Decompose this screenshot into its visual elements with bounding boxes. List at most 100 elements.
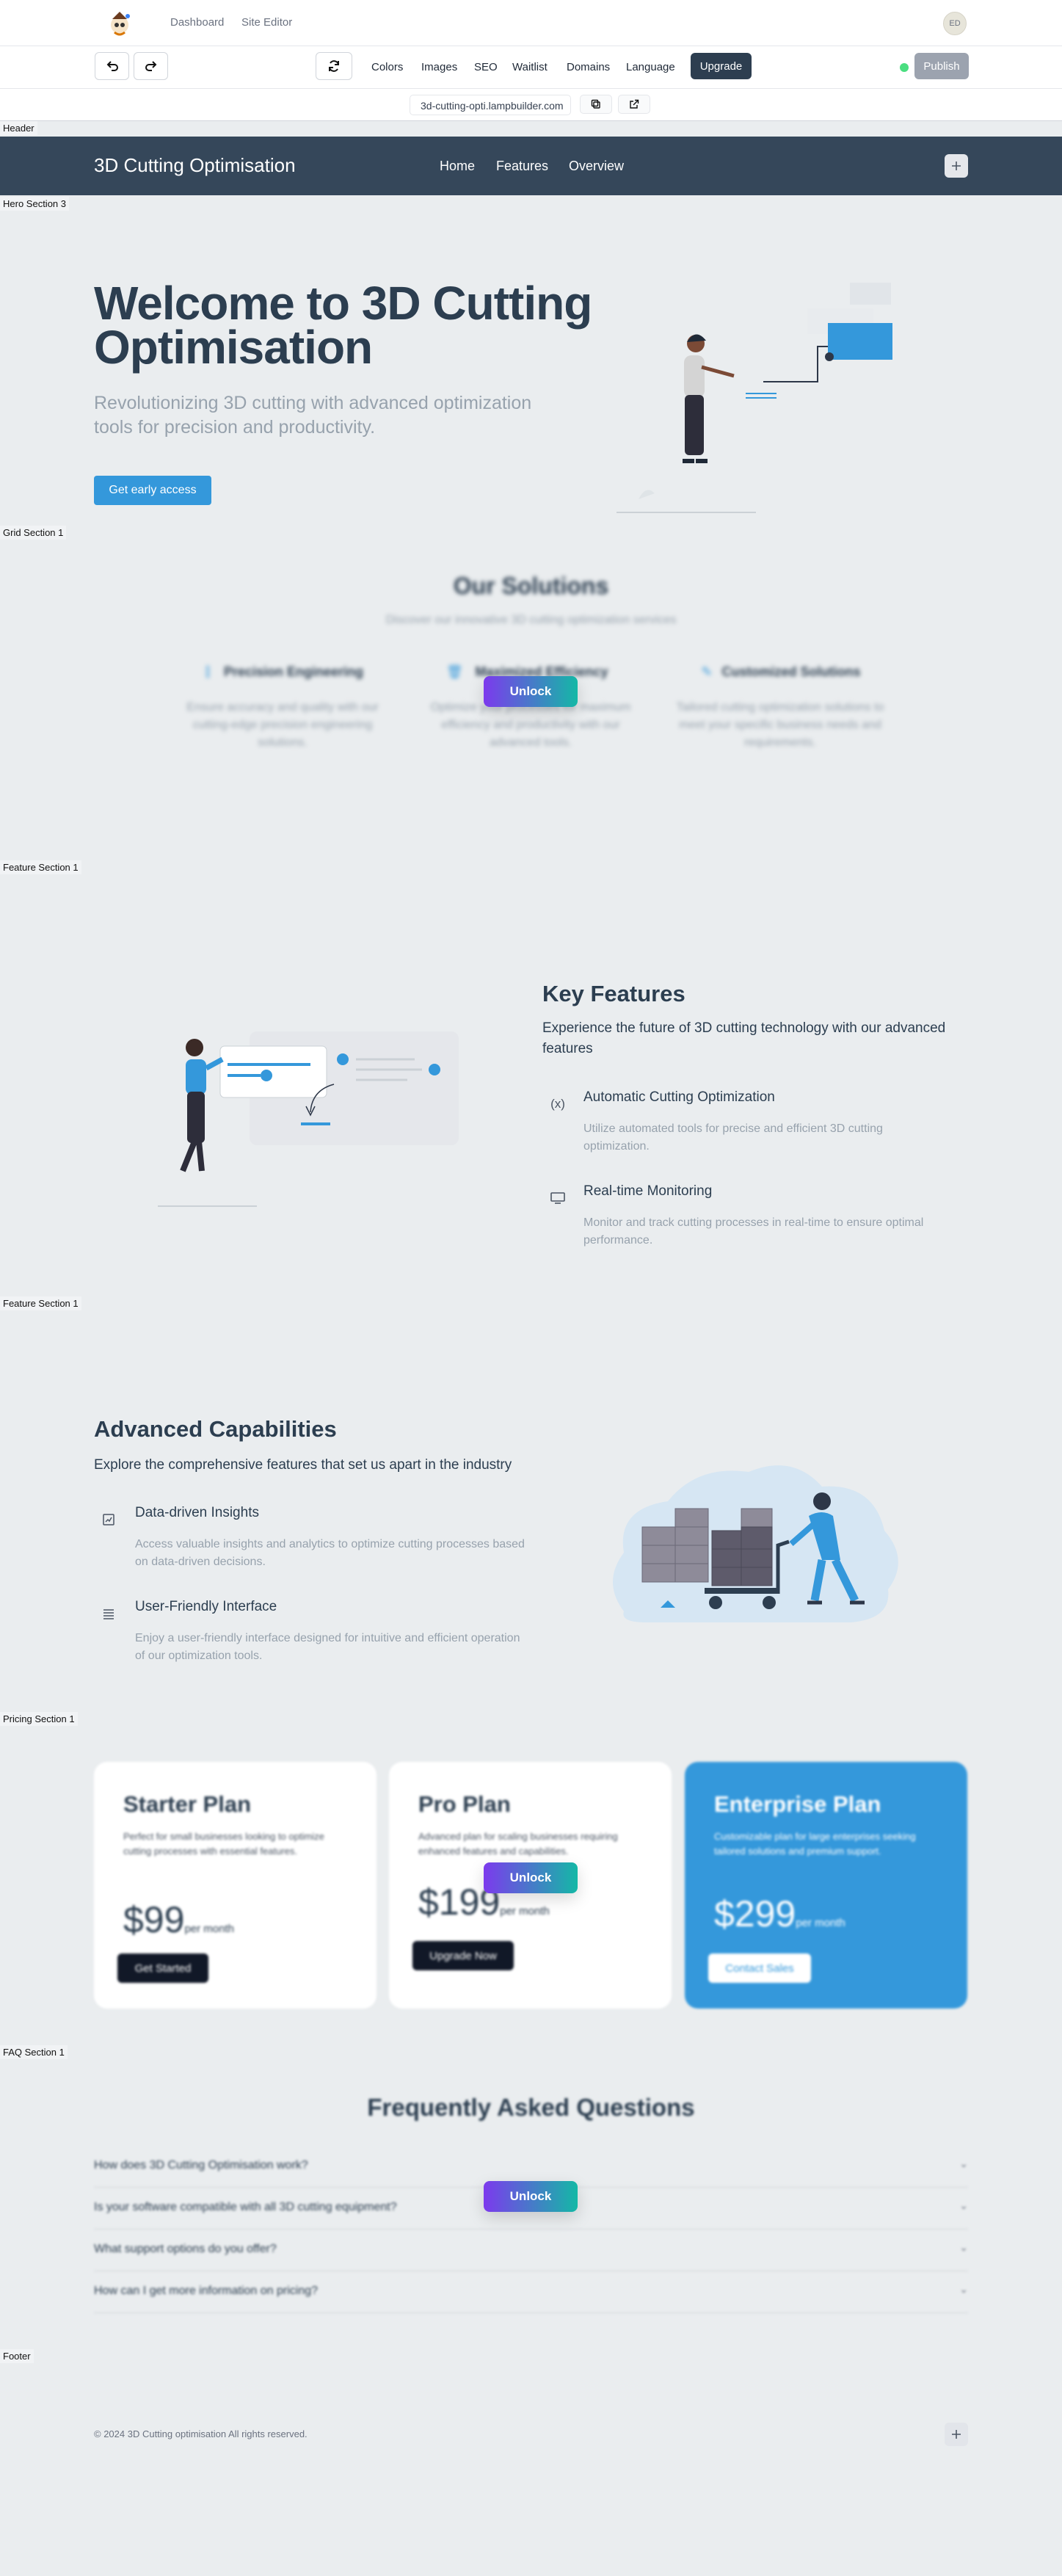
editor-toolbar: Colors Images SEO Waitlist Domains Langu… <box>0 46 1062 89</box>
faq-question: Is your software compatible with all 3D … <box>94 2201 397 2213</box>
hero-subtitle: Revolutionizing 3D cutting with advanced… <box>94 393 532 438</box>
plus-icon <box>952 2430 961 2439</box>
list-icon <box>99 1604 118 1623</box>
features-2-subtitle: Explore the comprehensive features that … <box>94 1457 512 1473</box>
toolbar-waitlist[interactable]: Waitlist <box>512 61 548 73</box>
ruler-icon: ⫿ <box>206 664 210 679</box>
feature-monitoring-text: Monitor and track cutting processes in r… <box>583 1216 924 1247</box>
redo-icon <box>145 61 156 71</box>
chart-icon <box>99 1510 118 1529</box>
publish-button[interactable]: Publish <box>914 53 969 79</box>
grid-card-title: Customized Solutions <box>721 664 861 679</box>
features-illustration <box>158 1031 459 1207</box>
faq-question: How can I get more information on pricin… <box>94 2285 319 2297</box>
refresh-button[interactable] <box>316 52 352 80</box>
contact-sales-button[interactable]: Contact Sales <box>708 1953 811 1983</box>
chevron-down-icon: ⌄ <box>959 2241 968 2253</box>
feature-auto-cutting-text: Utilize automated tools for precise and … <box>583 1122 883 1153</box>
app-logo[interactable] <box>105 9 134 38</box>
section-tag-hero[interactable]: Hero Section 3 <box>0 197 69 211</box>
site-nav-home[interactable]: Home <box>440 159 475 174</box>
section-tag-grid[interactable]: Grid Section 1 <box>0 526 67 540</box>
section-tag-pricing[interactable]: Pricing Section 1 <box>0 1712 78 1726</box>
plan-name: Starter Plan <box>123 1791 252 1817</box>
grid-title: Our Solutions <box>453 573 609 599</box>
chevron-down-icon: ⌄ <box>959 2199 968 2211</box>
faq-title: Frequently Asked Questions <box>367 2094 695 2121</box>
trash-icon: 🗑 <box>446 664 463 679</box>
chevron-down-icon: ⌄ <box>959 2158 968 2169</box>
upgrade-now-button[interactable]: Upgrade Now <box>412 1941 514 1970</box>
faq-question: What support options do you offer? <box>94 2243 277 2255</box>
section-tag-feature-1[interactable]: Feature Section 1 <box>0 860 81 874</box>
undo-button[interactable] <box>95 52 129 80</box>
site-title[interactable]: 3D Cutting Optimisation <box>94 154 296 177</box>
feature-insights-title: Data-driven Insights <box>135 1505 259 1520</box>
grid-subtitle: Discover our innovative 3D cutting optim… <box>385 614 677 626</box>
get-early-access-button[interactable]: Get early access <box>94 476 211 505</box>
footer-copyright: © 2024 3D Cutting optimisation All right… <box>94 2428 308 2439</box>
section-tag-header[interactable]: Header <box>0 121 37 135</box>
faq-item[interactable]: What support options do you offer? ⌄ <box>94 2229 968 2271</box>
add-section-button[interactable] <box>945 154 968 178</box>
toolbar-images[interactable]: Images <box>421 61 457 73</box>
toolbar-seo[interactable]: SEO <box>474 61 498 73</box>
avatar[interactable]: ED <box>943 12 967 35</box>
plan-name: Pro Plan <box>418 1791 511 1817</box>
capabilities-illustration <box>613 1465 898 1622</box>
site-nav-overview[interactable]: Overview <box>569 159 624 174</box>
section-tag-footer[interactable]: Footer <box>0 2349 34 2363</box>
grid-card-custom: ✎ Customized Solutions Tailored cutting … <box>666 664 894 752</box>
plan-description: Customizable plan for large enterprises … <box>714 1831 916 1857</box>
chevron-down-icon: ⌄ <box>959 2283 968 2295</box>
copy-icon <box>591 99 600 109</box>
variable-icon: (x) <box>550 1097 565 1111</box>
grid-card-precision: ⫿ Precision Engineering Ensure accuracy … <box>169 664 396 752</box>
faq-question: How does 3D Cutting Optimisation work? <box>94 2159 308 2172</box>
plan-price: $299per month <box>714 1893 845 1934</box>
grid-card-text: Ensure accuracy and quality with our cut… <box>186 701 379 749</box>
site-header: 3D Cutting Optimisation Home Features Ov… <box>0 137 1062 195</box>
section-tag-feature-2[interactable]: Feature Section 1 <box>0 1296 81 1310</box>
unlock-button-pricing[interactable]: Unlock <box>484 1862 578 1893</box>
editor-top-nav: Dashboard Site Editor ED <box>0 0 1062 46</box>
faq-item[interactable]: How can I get more information on pricin… <box>94 2271 968 2313</box>
undo-icon <box>106 61 118 71</box>
plus-icon <box>952 162 961 170</box>
nav-site-editor[interactable]: Site Editor <box>241 16 292 29</box>
grid-card-title: Precision Engineering <box>223 664 364 679</box>
external-link-icon <box>630 99 639 109</box>
toolbar-language[interactable]: Language <box>626 61 675 73</box>
section-tag-faq[interactable]: FAQ Section 1 <box>0 2045 68 2059</box>
unlock-button-faq[interactable]: Unlock <box>484 2181 578 2212</box>
feature-auto-cutting-title: Automatic Cutting Optimization <box>583 1089 775 1105</box>
toolbar-domains[interactable]: Domains <box>567 61 610 73</box>
redo-button[interactable] <box>134 52 168 80</box>
feature-interface-text: Enjoy a user-friendly interface designed… <box>135 1632 520 1662</box>
hero-title: Welcome to 3D Cutting Optimisation <box>94 277 592 374</box>
monitor-icon <box>548 1189 567 1208</box>
pricing-card-enterprise: Enterprise Plan Customizable plan for la… <box>685 1762 967 2009</box>
add-section-button[interactable] <box>945 2423 968 2446</box>
grid-card-text: Tailored cutting optimization solutions … <box>676 701 884 749</box>
site-nav-features[interactable]: Features <box>496 159 548 174</box>
status-indicator <box>900 63 909 72</box>
pricing-card-starter: Starter Plan Perfect for small businesse… <box>94 1762 377 2009</box>
feature-interface-title: User-Friendly Interface <box>135 1599 277 1614</box>
get-started-button[interactable]: Get Started <box>117 1953 208 1983</box>
site-url-field[interactable]: 3d-cutting-opti.lampbuilder.com <box>410 95 571 115</box>
toolbar-colors[interactable]: Colors <box>371 61 403 73</box>
copy-url-button[interactable] <box>580 95 612 114</box>
upgrade-button[interactable]: Upgrade <box>691 53 752 79</box>
plan-description: Advanced plan for scaling businesses req… <box>418 1831 618 1857</box>
feature-monitoring-title: Real-time Monitoring <box>583 1183 713 1199</box>
plan-name: Enterprise Plan <box>714 1791 881 1817</box>
unlock-button-grid[interactable]: Unlock <box>484 676 578 707</box>
nav-dashboard[interactable]: Dashboard <box>170 16 224 29</box>
refresh-icon <box>329 60 339 72</box>
plan-price: $99per month <box>123 1899 234 1940</box>
feature-insights-text: Access valuable insights and analytics t… <box>135 1538 525 1568</box>
features-1-subtitle: Experience the future of 3D cutting tech… <box>542 1020 946 1056</box>
open-url-button[interactable] <box>618 95 650 114</box>
features-2-title: Advanced Capabilities <box>94 1416 337 1442</box>
